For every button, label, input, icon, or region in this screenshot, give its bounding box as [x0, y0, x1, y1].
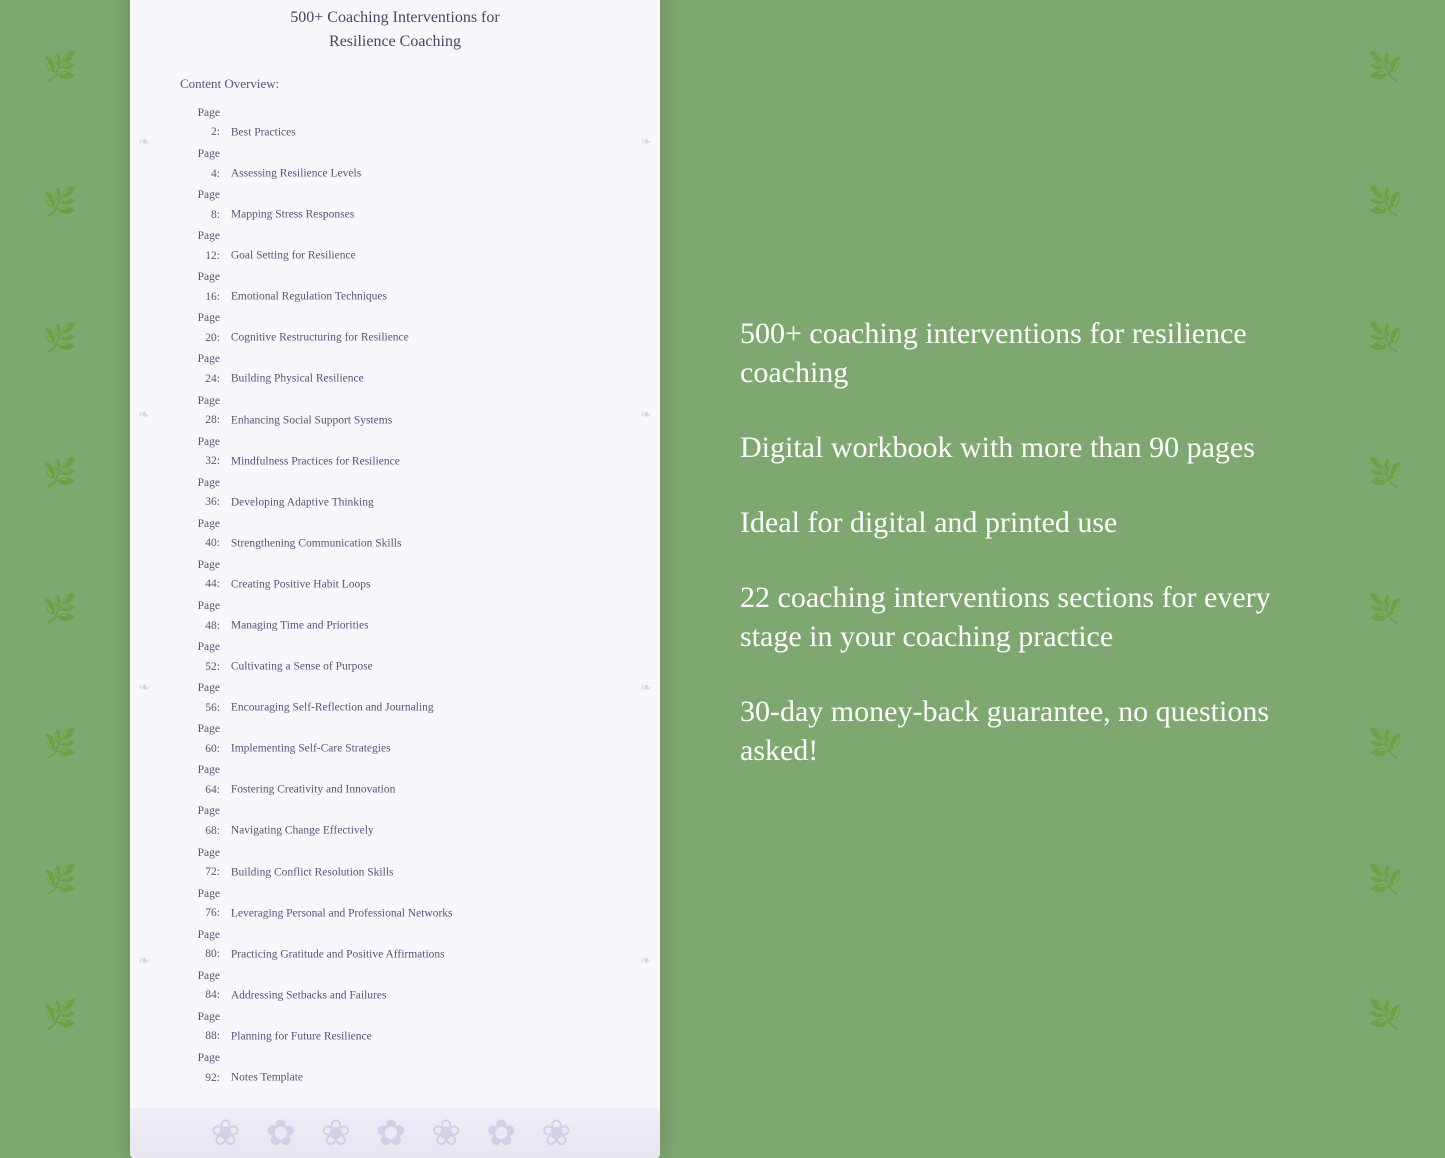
- doc-bottom-decoration: ❀ ✿ ❀ ✿ ❀ ✿ ❀: [130, 1108, 660, 1158]
- toc-item: Page 52: Cultivating a Sense of Purpose: [180, 638, 610, 677]
- toc-page-number: Page 44:: [190, 556, 220, 595]
- toc-item: Page 76: Leveraging Personal and Profess…: [180, 885, 610, 924]
- main-layout: ❀ ✿ ❀ ✿ ❀ ✿ ❀ ❧ ❧ ❧ ❧ ❧ ❧ ❧ ❧ 500+ Coach…: [0, 0, 1445, 1084]
- feature-item: 500+ coaching interventions for resilien…: [740, 314, 1315, 392]
- toc-title: Creating Positive Habit Loops: [228, 578, 370, 590]
- toc-page-number: Page 56:: [190, 679, 220, 718]
- toc-title: Building Conflict Resolution Skills: [228, 866, 394, 878]
- toc-page-number: Page 72:: [190, 844, 220, 883]
- toc-title: Fostering Creativity and Innovation: [228, 784, 395, 796]
- toc-title: Assessing Resilience Levels: [228, 168, 361, 180]
- toc-page-number: Page 16:: [190, 268, 220, 307]
- toc-item: Page 44: Creating Positive Habit Loops: [180, 556, 610, 595]
- toc-page-number: Page 36:: [190, 474, 220, 513]
- toc-item: Page 28: Enhancing Social Support System…: [180, 392, 610, 431]
- toc-title: Developing Adaptive Thinking: [228, 496, 374, 508]
- toc-item: Page 20: Cognitive Restructuring for Res…: [180, 309, 610, 348]
- toc-item: Page 12: Goal Setting for Resilience: [180, 227, 610, 266]
- toc-page-number: Page 2:: [190, 104, 220, 143]
- toc-item: Page 68: Navigating Change Effectively: [180, 802, 610, 841]
- features-panel: 500+ coaching interventions for resilien…: [720, 314, 1315, 770]
- doc-right-decoration: ❧ ❧ ❧ ❧: [632, 6, 660, 1098]
- toc-item: Page 32: Mindfulness Practices for Resil…: [180, 433, 610, 472]
- toc-title: Encouraging Self-Reflection and Journali…: [228, 702, 434, 714]
- toc-page-number: Page 80:: [190, 926, 220, 965]
- feature-item: 22 coaching interventions sections for e…: [740, 578, 1315, 656]
- toc-item: Page 60: Implementing Self-Care Strategi…: [180, 720, 610, 759]
- toc-title: Leveraging Personal and Professional Net…: [228, 907, 453, 919]
- toc-page-number: Page 24:: [190, 350, 220, 389]
- toc-item: Page 4: Assessing Resilience Levels: [180, 145, 610, 184]
- feature-item: Ideal for digital and printed use: [740, 503, 1315, 542]
- toc-title: Best Practices: [228, 126, 296, 138]
- toc-item: Page 92: Notes Template: [180, 1049, 610, 1088]
- toc-page-number: Page 88:: [190, 1008, 220, 1047]
- mandala-bottom: ❀ ✿ ❀ ✿ ❀ ✿ ❀: [210, 1112, 579, 1154]
- toc-title: Goal Setting for Resilience: [228, 250, 356, 262]
- toc-title: Emotional Regulation Techniques: [228, 291, 387, 303]
- toc-item: Page 8: Mapping Stress Responses: [180, 186, 610, 225]
- toc-page-number: Page 4:: [190, 145, 220, 184]
- toc-title: Managing Time and Priorities: [228, 620, 369, 632]
- toc-page-number: Page 52:: [190, 638, 220, 677]
- toc-title: Mapping Stress Responses: [228, 209, 354, 221]
- toc-title: Practicing Gratitude and Positive Affirm…: [228, 948, 445, 960]
- content-overview-label: Content Overview:: [180, 76, 610, 92]
- toc-title: Cognitive Restructuring for Resilience: [228, 332, 409, 344]
- toc-title: Building Physical Resilience: [228, 373, 364, 385]
- toc-title: Addressing Setbacks and Failures: [228, 989, 386, 1001]
- toc-item: Page 48: Managing Time and Priorities: [180, 597, 610, 636]
- document-title: 500+ Coaching Interventions for Resilien…: [180, 6, 610, 54]
- toc-item: Page 84: Addressing Setbacks and Failure…: [180, 967, 610, 1006]
- feature-item: Digital workbook with more than 90 pages: [740, 428, 1315, 467]
- toc-item: Page 56: Encouraging Self-Reflection and…: [180, 679, 610, 718]
- toc-title: Mindfulness Practices for Resilience: [228, 455, 400, 467]
- toc-item: Page 40: Strengthening Communication Ski…: [180, 515, 610, 554]
- toc-item: Page 16: Emotional Regulation Techniques: [180, 268, 610, 307]
- toc-page-number: Page 68:: [190, 802, 220, 841]
- toc-page-number: Page 8:: [190, 186, 220, 225]
- doc-left-decoration: ❧ ❧ ❧ ❧: [130, 6, 158, 1098]
- toc-title: Enhancing Social Support Systems: [228, 414, 392, 426]
- toc-page-number: Page 40:: [190, 515, 220, 554]
- toc-page-number: Page 12:: [190, 227, 220, 266]
- toc-page-number: Page 20:: [190, 309, 220, 348]
- toc-page-number: Page 28:: [190, 392, 220, 431]
- toc-item: Page 80: Practicing Gratitude and Positi…: [180, 926, 610, 965]
- toc-page-number: Page 76:: [190, 885, 220, 924]
- toc-item: Page 64: Fostering Creativity and Innova…: [180, 761, 610, 800]
- toc-page-number: Page 48:: [190, 597, 220, 636]
- toc-item: Page 36: Developing Adaptive Thinking: [180, 474, 610, 513]
- toc-item: Page 2: Best Practices: [180, 104, 610, 143]
- toc-title: Cultivating a Sense of Purpose: [228, 661, 373, 673]
- toc-item: Page 72: Building Conflict Resolution Sk…: [180, 844, 610, 883]
- toc-title: Notes Template: [228, 1072, 303, 1084]
- table-of-contents: Page 2: Best PracticesPage 4: Assessing …: [180, 104, 610, 1088]
- toc-page-number: Page 92:: [190, 1049, 220, 1088]
- toc-item: Page 24: Building Physical Resilience: [180, 350, 610, 389]
- toc-title: Planning for Future Resilience: [228, 1030, 372, 1042]
- toc-page-number: Page 64:: [190, 761, 220, 800]
- feature-item: 30-day money-back guarantee, no question…: [740, 692, 1315, 770]
- document-preview: ❀ ✿ ❀ ✿ ❀ ✿ ❀ ❧ ❧ ❧ ❧ ❧ ❧ ❧ ❧ 500+ Coach…: [130, 0, 660, 1158]
- toc-title: Navigating Change Effectively: [228, 825, 374, 837]
- document-body: 500+ Coaching Interventions for Resilien…: [130, 0, 660, 1108]
- toc-page-number: Page 60:: [190, 720, 220, 759]
- toc-title: Implementing Self-Care Strategies: [228, 743, 391, 755]
- toc-title: Strengthening Communication Skills: [228, 537, 401, 549]
- toc-item: Page 88: Planning for Future Resilience: [180, 1008, 610, 1047]
- toc-page-number: Page 84:: [190, 967, 220, 1006]
- toc-page-number: Page 32:: [190, 433, 220, 472]
